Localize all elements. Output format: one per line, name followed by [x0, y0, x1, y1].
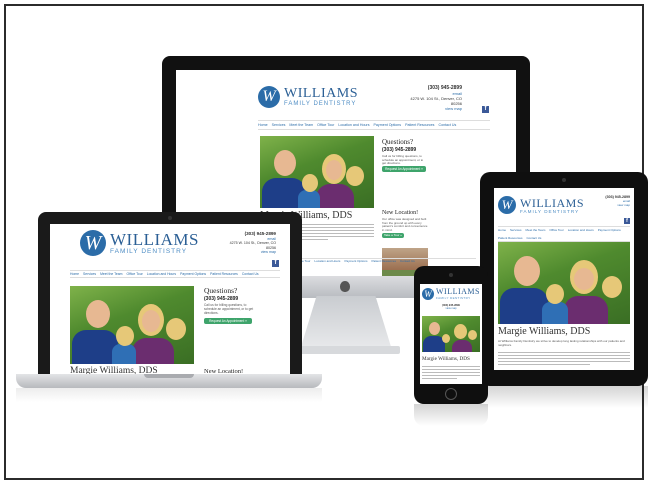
- nav-location[interactable]: Location and Hours: [338, 123, 369, 127]
- phone-logo-subtitle: FAMILY DENTISTRY: [436, 296, 471, 300]
- tablet-site-logo[interactable]: W WILLIAMS FAMILY DENTISTRY: [498, 196, 584, 214]
- logo-name: WILLIAMS: [284, 86, 358, 101]
- laptop-nav-payment[interactable]: Payment Options: [180, 272, 206, 276]
- tablet-family-photo: [498, 242, 630, 324]
- tablet-header-map-link[interactable]: view map: [594, 203, 630, 208]
- laptop-questions-body: Call us for billing questions, to schedu…: [204, 303, 254, 315]
- tablet-facebook-icon[interactable]: f: [624, 218, 630, 224]
- phone-header-map-link[interactable]: view map: [436, 307, 466, 310]
- phone-logo-name: WILLIAMS: [436, 287, 480, 296]
- nav-payment[interactable]: Payment Options: [374, 123, 402, 127]
- laptop-questions-phone: (303) 945-2899: [204, 296, 239, 302]
- main-nav: Home Services Meet the Team Office Tour …: [258, 120, 490, 130]
- header-contact: (303) 945-2899 email 4275 W. 104 St., De…: [402, 86, 462, 112]
- site-logo[interactable]: W WILLIAMS FAMILY DENTISTRY: [258, 86, 358, 108]
- tablet-screen: W WILLIAMS FAMILY DENTISTRY (303) 945-28…: [494, 188, 634, 370]
- logo-subtitle: FAMILY DENTISTRY: [284, 101, 357, 107]
- new-location-heading: New Location!: [382, 210, 419, 216]
- phone-text-block: [422, 366, 480, 381]
- laptop-nav-office-tour[interactable]: Office Tour: [126, 272, 142, 276]
- phone-header-contact: (303) 945-2899 view map: [436, 304, 466, 310]
- laptop-header-contact: (303) 945-2899 email 4275 W. 104 St., De…: [226, 231, 276, 255]
- family-photo: [260, 136, 374, 208]
- laptop-site-logo[interactable]: W WILLIAMS FAMILY DENTISTRY: [80, 230, 199, 256]
- laptop-facebook-icon[interactable]: f: [272, 260, 279, 267]
- laptop-nav-services[interactable]: Services: [83, 272, 96, 276]
- tablet-logo-mark-icon: W: [498, 196, 516, 214]
- tablet-logo-subtitle: FAMILY DENTISTRY: [520, 208, 580, 214]
- tablet-doctor-title: Margie Williams, DDS: [498, 326, 591, 337]
- phone-reflection: [414, 404, 488, 426]
- tablet-nav-contact[interactable]: Contact Us: [527, 236, 542, 240]
- tablet-logo-name: WILLIAMS: [520, 195, 584, 210]
- phone-site-logo[interactable]: W WILLIAMS FAMILY DENTISTRY: [422, 288, 480, 300]
- phone-screen: W WILLIAMS FAMILY DENTISTRY (303) 945-28…: [420, 284, 482, 384]
- header-address: 4275 W. 104 St., Denver, CO 80256: [410, 96, 462, 106]
- laptop-family-photo: [70, 286, 194, 364]
- tablet: W WILLIAMS FAMILY DENTISTRY (303) 945-28…: [480, 172, 648, 386]
- laptop-logo-name: WILLIAMS: [110, 230, 199, 249]
- laptop-header-map-link[interactable]: view map: [226, 250, 276, 255]
- laptop: W WILLIAMS FAMILY DENTISTRY (303) 945-28…: [38, 212, 302, 376]
- laptop-logo-subtitle: FAMILY DENTISTRY: [110, 248, 188, 255]
- monitor-stand-foot: [292, 346, 400, 354]
- phone-home-button[interactable]: [445, 388, 457, 400]
- nav-home[interactable]: Home: [258, 123, 268, 127]
- footer-nav-contact[interactable]: Contact Us: [400, 259, 415, 263]
- laptop-nav-location[interactable]: Location and Hours: [147, 272, 176, 276]
- tablet-main-nav: Home Services Meet the Team Office Tour …: [498, 226, 630, 242]
- laptop-main-nav: Home Services Meet the Team Office Tour …: [70, 270, 280, 278]
- header-map-link[interactable]: view map: [402, 106, 462, 111]
- nav-services[interactable]: Services: [272, 123, 286, 127]
- phone-family-photo: [422, 316, 480, 352]
- tablet-nav-services[interactable]: Services: [510, 228, 522, 232]
- laptop-header-address: 4275 W. 104 St., Denver, CO 80256: [229, 241, 276, 250]
- nav-resources[interactable]: Patient Resources: [405, 123, 434, 127]
- footer-nav-resources[interactable]: Patient Resources: [371, 259, 396, 263]
- facebook-icon[interactable]: f: [482, 106, 489, 113]
- tablet-nav-resources[interactable]: Patient Resources: [498, 236, 523, 240]
- phone-doctor-title: Margie Williams, DDS: [422, 356, 470, 362]
- laptop-screen: W WILLIAMS FAMILY DENTISTRY (303) 945-28…: [50, 224, 290, 376]
- tablet-nav-payment[interactable]: Payment Options: [598, 228, 621, 232]
- tablet-nav-location[interactable]: Location and Hours: [568, 228, 594, 232]
- apple-logo-icon: [340, 281, 350, 292]
- tablet-nav-office-tour[interactable]: Office Tour: [549, 228, 563, 232]
- new-location-body: Our office was designed and built from t…: [382, 217, 428, 232]
- nav-office-tour[interactable]: Office Tour: [317, 123, 334, 127]
- tablet-nav-home[interactable]: Home: [498, 228, 506, 232]
- footer-nav: Office Tour Location and Hours Payment O…: [296, 258, 476, 263]
- laptop-request-appointment-button[interactable]: Request An Appointment »: [204, 318, 252, 324]
- tablet-text-block: [498, 352, 630, 367]
- nav-contact[interactable]: Contact Us: [438, 123, 456, 127]
- nav-meet-team[interactable]: Meet the Team: [289, 123, 313, 127]
- footer-nav-payment[interactable]: Payment Options: [344, 259, 367, 263]
- laptop-nav-meet-team[interactable]: Meet the Team: [100, 272, 122, 276]
- laptop-reflection: [16, 388, 322, 402]
- request-appointment-button[interactable]: Request An Appointment »: [382, 166, 426, 172]
- smartphone: W WILLIAMS FAMILY DENTISTRY (303) 945-28…: [414, 266, 488, 404]
- laptop-nav-resources[interactable]: Patient Resources: [210, 272, 238, 276]
- laptop-nav-contact[interactable]: Contact Us: [242, 272, 259, 276]
- laptop-notch: [144, 374, 194, 378]
- laptop-logo-mark-icon: W: [80, 230, 106, 256]
- take-tour-button[interactable]: Take a Tour »: [382, 233, 404, 238]
- footer-nav-location[interactable]: Location and Hours: [314, 259, 340, 263]
- questions-body: Call us for billing questions, to schedu…: [382, 154, 424, 166]
- tablet-nav-meet-team[interactable]: Meet the Team: [526, 228, 546, 232]
- tablet-intro-text: At Williams Family Dentistry we strive t…: [498, 339, 625, 347]
- phone-logo-mark-icon: W: [422, 288, 434, 300]
- laptop-questions-heading: Questions?: [204, 286, 238, 295]
- tablet-header-contact: (303) 945-2899 email view map: [594, 195, 630, 208]
- tablet-reflection: [480, 386, 648, 408]
- questions-heading: Questions?: [382, 138, 414, 146]
- laptop-nav-home[interactable]: Home: [70, 272, 79, 276]
- questions-phone: (303) 945-2899: [382, 147, 417, 153]
- logo-mark-icon: W: [258, 86, 280, 108]
